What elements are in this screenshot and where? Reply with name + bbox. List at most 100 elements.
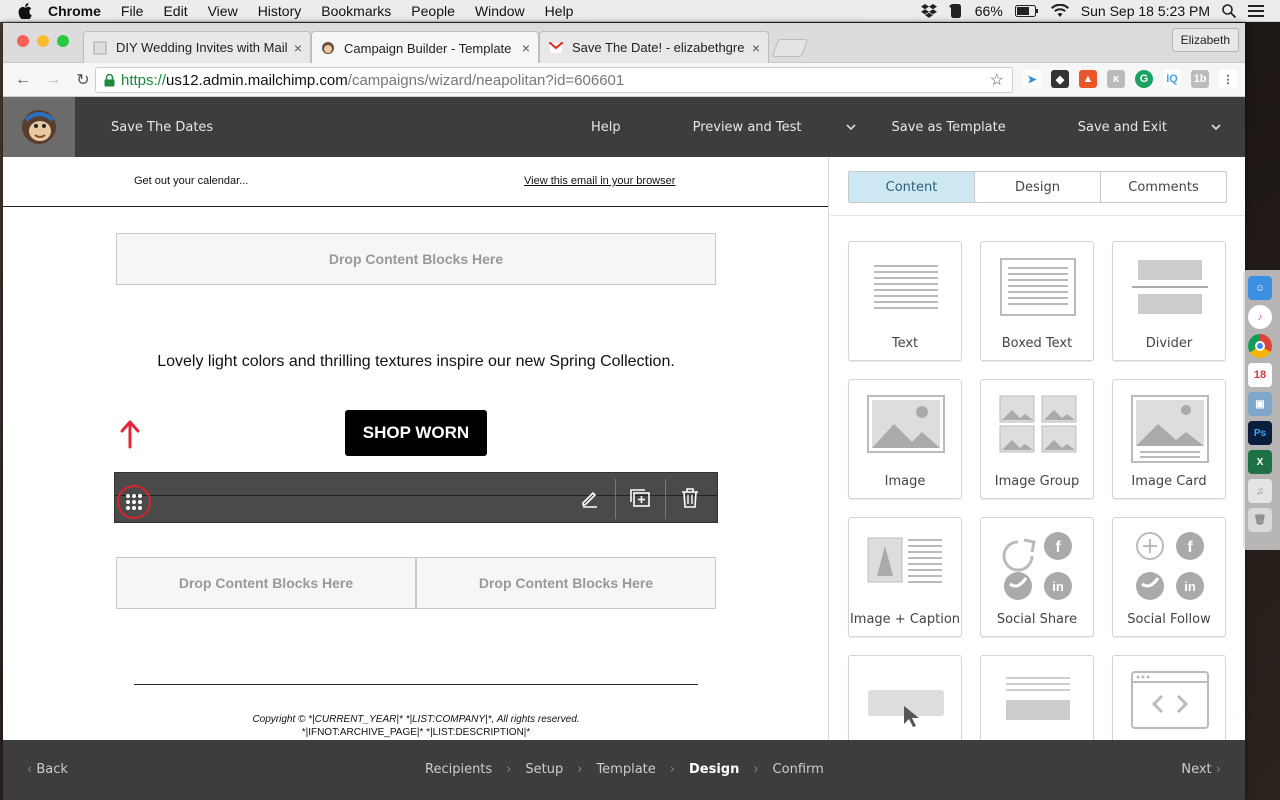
block-divider[interactable]: Divider (1112, 241, 1226, 361)
copyright-text[interactable]: Copyright © *|CURRENT_YEAR|* *|LIST:COMP… (3, 713, 828, 726)
notification-center-icon[interactable] (1248, 4, 1264, 17)
campaign-title[interactable]: Save The Dates (111, 120, 213, 135)
extension-fire-icon[interactable]: ▲ (1079, 70, 1097, 88)
reload-icon[interactable]: ↻ (73, 70, 93, 90)
spotlight-search-icon[interactable] (1222, 3, 1236, 18)
drop-zone-right-column[interactable]: Drop Content Blocks Here (416, 557, 716, 609)
menu-history[interactable]: History (258, 3, 302, 19)
music-folder-icon[interactable]: ♫ (1248, 479, 1272, 503)
next-button[interactable]: Next › (1181, 762, 1221, 777)
chrome-menu-icon[interactable]: ⋮ (1219, 70, 1237, 88)
extension-bird-icon[interactable]: ➤ (1023, 70, 1041, 88)
new-tab-button[interactable] (771, 39, 809, 57)
profile-button[interactable]: Elizabeth (1171, 28, 1239, 52)
block-code[interactable] (1112, 655, 1226, 740)
grammarly-icon[interactable]: G (1135, 70, 1153, 88)
trash-icon[interactable]: 🗑 (1248, 508, 1272, 532)
block-image[interactable]: Image (848, 379, 962, 499)
view-in-browser-link[interactable]: View this email in your browser (524, 175, 675, 187)
back-button[interactable]: ‹ Back (27, 762, 68, 777)
evernote-icon[interactable] (948, 3, 963, 19)
back-arrow-icon[interactable]: ← (13, 70, 33, 90)
menu-bookmarks[interactable]: Bookmarks (321, 3, 391, 19)
footer-divider (134, 684, 698, 685)
close-tab-icon[interactable]: × (752, 40, 760, 56)
extension-grey-icon[interactable]: ĸ (1107, 70, 1125, 88)
body-text-block[interactable]: Lovely light colors and thrilling textur… (3, 353, 828, 371)
chrome-icon[interactable] (1248, 334, 1272, 358)
edit-pencil-icon[interactable] (575, 483, 605, 513)
zoom-window-button[interactable] (57, 35, 69, 47)
extensions-bar: ➤ ◆ ▲ ĸ G IQ 1b ⋮ (1023, 70, 1237, 88)
save-as-template-button[interactable]: Save as Template (892, 120, 1042, 135)
tab-campaign-builder[interactable]: Campaign Builder - Template D × (311, 31, 539, 64)
step-confirm[interactable]: Confirm (773, 762, 824, 777)
preheader-text[interactable]: Get out your calendar... (134, 175, 248, 187)
extension-1b-icon[interactable]: 1b (1191, 70, 1209, 88)
block-social-follow[interactable]: f in Social Follow (1112, 517, 1226, 637)
step-recipients[interactable]: Recipients (425, 762, 492, 777)
save-exit-menu[interactable]: Save and Exit (1078, 120, 1221, 135)
block-text[interactable]: Text (848, 241, 962, 361)
preview-app-icon[interactable]: ▣ (1248, 392, 1272, 416)
block-image-group[interactable]: Image Group (980, 379, 1094, 499)
close-tab-icon[interactable]: × (294, 40, 302, 56)
mailchimp-logo-icon[interactable] (3, 97, 75, 157)
menu-window[interactable]: Window (475, 3, 525, 19)
tab-comments[interactable]: Comments (1101, 172, 1226, 202)
image-caption-icon (867, 537, 942, 583)
chevron-left-icon: ‹ (27, 762, 33, 777)
extension-iq-icon[interactable]: IQ (1163, 70, 1181, 88)
battery-percent: 66% (974, 2, 1003, 19)
block-button[interactable] (848, 655, 962, 740)
menu-view[interactable]: View (208, 3, 238, 19)
step-design[interactable]: Design (689, 762, 739, 777)
menu-people[interactable]: People (411, 3, 455, 19)
menu-file[interactable]: File (121, 3, 144, 19)
calendar-icon[interactable]: 18 (1248, 363, 1272, 387)
block-social-share[interactable]: f in Social Share (980, 517, 1094, 637)
extension-owl-icon[interactable]: ◆ (1051, 70, 1069, 88)
apple-icon[interactable] (18, 2, 34, 19)
close-window-button[interactable] (17, 35, 29, 47)
block-boxed-text[interactable]: Boxed Text (980, 241, 1094, 361)
url-domain: us12.admin.mailchimp.com (166, 71, 348, 89)
itunes-icon[interactable]: ♪ (1248, 305, 1272, 329)
archive-merge-tag[interactable]: *|IFNOT:ARCHIVE_PAGE|* *|LIST:DESCRIPTIO… (3, 727, 828, 738)
address-bar[interactable]: https://us12.admin.mailchimp.com/campaig… (95, 67, 1013, 93)
battery-icon[interactable] (1014, 4, 1039, 17)
forward-arrow-icon[interactable]: → (43, 70, 63, 90)
help-link[interactable]: Help (591, 120, 657, 135)
menu-help[interactable]: Help (545, 3, 574, 19)
excel-icon[interactable]: X (1248, 450, 1272, 474)
finder-icon[interactable]: ☺ (1248, 276, 1272, 300)
shop-worn-button[interactable]: SHOP WORN (345, 410, 487, 456)
close-tab-icon[interactable]: × (522, 40, 530, 56)
bookmark-star-icon[interactable]: ☆ (990, 70, 1004, 90)
tab-content[interactable]: Content (849, 172, 975, 202)
menu-edit[interactable]: Edit (163, 3, 187, 19)
drop-zone-left-column[interactable]: Drop Content Blocks Here (116, 557, 416, 609)
minimize-window-button[interactable] (37, 35, 49, 47)
wifi-icon[interactable] (1050, 4, 1069, 17)
block-footer[interactable] (980, 655, 1094, 740)
tab-diy-wedding[interactable]: DIY Wedding Invites with Mailc × (83, 31, 311, 63)
dropbox-icon[interactable] (920, 3, 937, 18)
step-setup[interactable]: Setup (525, 762, 563, 777)
preview-test-menu[interactable]: Preview and Test (693, 120, 856, 135)
step-template[interactable]: Template (596, 762, 655, 777)
drag-handle-icon[interactable] (117, 485, 151, 519)
block-label: Image (884, 474, 926, 489)
divider-icon (1132, 260, 1208, 314)
drop-zone-header[interactable]: Drop Content Blocks Here (116, 233, 716, 285)
tab-gmail[interactable]: Save The Date! - elizabethgre × (539, 31, 769, 63)
menu-app-name[interactable]: Chrome (48, 3, 101, 19)
url-scheme: https:// (121, 71, 167, 89)
block-image-card[interactable]: Image Card (1112, 379, 1226, 499)
duplicate-icon[interactable] (625, 483, 655, 513)
clock-datetime[interactable]: Sun Sep 18 5:23 PM (1081, 3, 1210, 19)
block-image-caption[interactable]: Image + Caption (848, 517, 962, 637)
photoshop-icon[interactable]: Ps (1248, 421, 1272, 445)
tab-design[interactable]: Design (975, 172, 1101, 202)
delete-trash-icon[interactable] (675, 483, 705, 513)
